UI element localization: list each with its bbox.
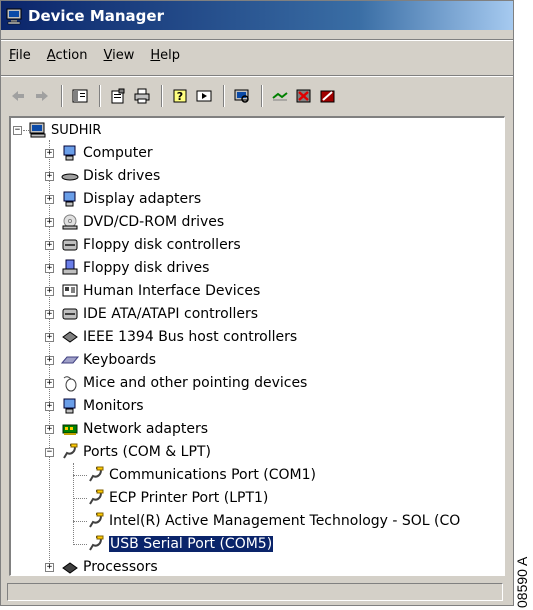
- monitor-icon: [61, 397, 79, 415]
- floppy-controller-icon: [61, 236, 79, 254]
- category-disk-drives[interactable]: Disk drives: [61, 165, 160, 187]
- show-hide-tree-icon[interactable]: [69, 85, 91, 107]
- tree-line: [73, 498, 87, 499]
- status-bar: [1, 581, 513, 605]
- category-display-adapters[interactable]: Display adapters: [61, 188, 201, 210]
- expand-toggle[interactable]: +: [45, 402, 54, 411]
- print-icon[interactable]: [131, 85, 153, 107]
- category-ide-ata-atapi[interactable]: IDE ATA/ATAPI controllers: [61, 303, 258, 325]
- category-ieee-1394[interactable]: IEEE 1394 Bus host controllers: [61, 326, 297, 348]
- expand-toggle[interactable]: +: [45, 264, 54, 273]
- title-bar[interactable]: Device Manager: [1, 1, 513, 30]
- category-dvd-cd-rom[interactable]: DVD/CD-ROM drives: [61, 211, 224, 233]
- expand-toggle[interactable]: +: [45, 379, 54, 388]
- menu-help[interactable]: Help: [142, 48, 188, 63]
- computer-icon: [61, 144, 79, 162]
- update-driver-icon[interactable]: [269, 85, 291, 107]
- device-manager-window: Device Manager File Action View Help ? −…: [0, 0, 514, 606]
- expand-toggle[interactable]: +: [45, 172, 54, 181]
- toolbar-top-divider: [1, 75, 513, 77]
- device-tree[interactable]: − SUDHIR + Computer + Disk drives + Disp…: [9, 116, 505, 576]
- menu-file[interactable]: File: [1, 48, 39, 63]
- figure-code-text: 08590 A: [514, 556, 530, 608]
- port-icon: [87, 512, 105, 530]
- processor-icon: [61, 558, 79, 575]
- status-pane: [7, 583, 503, 601]
- port-usb-serial-com5[interactable]: USB Serial Port (COM5): [87, 533, 275, 555]
- expand-toggle[interactable]: +: [45, 563, 54, 572]
- expand-toggle[interactable]: +: [45, 425, 54, 434]
- category-floppy-controllers[interactable]: Floppy disk controllers: [61, 234, 241, 256]
- expand-toggle[interactable]: +: [45, 149, 54, 158]
- run-icon[interactable]: [193, 85, 215, 107]
- display-adapter-icon: [61, 190, 79, 208]
- toolbar-separator: [99, 85, 101, 107]
- category-processors[interactable]: Processors: [61, 556, 158, 575]
- forward-icon[interactable]: [31, 85, 53, 107]
- scan-hardware-icon[interactable]: [231, 85, 253, 107]
- menu-bar: File Action View Help: [1, 44, 513, 66]
- floppy-drive-icon: [61, 259, 79, 277]
- expand-toggle[interactable]: +: [45, 287, 54, 296]
- port-icon: [61, 443, 79, 461]
- toolbar: ?: [1, 81, 513, 111]
- tree-line: [73, 475, 87, 476]
- window-title: Device Manager: [28, 6, 164, 25]
- tree-root-label: SUDHIR: [51, 122, 102, 138]
- tree-line: [73, 544, 87, 545]
- category-monitors[interactable]: Monitors: [61, 395, 144, 417]
- tree-line: [73, 521, 87, 522]
- menu-action[interactable]: Action: [39, 48, 96, 63]
- disable-icon[interactable]: [317, 85, 339, 107]
- svg-text:?: ?: [177, 90, 183, 103]
- properties-icon[interactable]: [107, 85, 129, 107]
- menu-view[interactable]: View: [96, 48, 143, 63]
- category-floppy-drives[interactable]: Floppy disk drives: [61, 257, 209, 279]
- cd-rom-icon: [61, 213, 79, 231]
- collapse-toggle[interactable]: −: [45, 448, 54, 457]
- category-ports[interactable]: Ports (COM & LPT): [61, 441, 211, 463]
- ieee-1394-icon: [61, 328, 79, 346]
- category-human-interface-devices[interactable]: Human Interface Devices: [61, 280, 260, 302]
- expand-toggle[interactable]: +: [45, 241, 54, 250]
- category-mice[interactable]: Mice and other pointing devices: [61, 372, 307, 394]
- toolbar-separator: [261, 85, 263, 107]
- back-icon[interactable]: [7, 85, 29, 107]
- hid-icon: [61, 282, 79, 300]
- tree-root[interactable]: SUDHIR: [29, 119, 101, 141]
- collapse-toggle[interactable]: −: [13, 126, 22, 135]
- toolbar-separator: [61, 85, 63, 107]
- network-adapter-icon: [61, 420, 79, 438]
- computer-root-icon: [29, 121, 47, 139]
- expand-toggle[interactable]: +: [45, 218, 54, 227]
- port-com1[interactable]: Communications Port (COM1): [87, 464, 316, 486]
- expand-toggle[interactable]: +: [45, 310, 54, 319]
- port-icon: [87, 535, 105, 553]
- mouse-icon: [61, 374, 79, 392]
- port-intel-amt-sol[interactable]: Intel(R) Active Management Technology - …: [87, 510, 460, 532]
- keyboard-icon: [61, 351, 79, 369]
- toolbar-separator: [161, 85, 163, 107]
- figure-code: 08590 A: [514, 520, 532, 610]
- category-network-adapters[interactable]: Network adapters: [61, 418, 208, 440]
- port-lpt1[interactable]: ECP Printer Port (LPT1): [87, 487, 268, 509]
- expand-toggle[interactable]: +: [45, 195, 54, 204]
- port-icon: [87, 466, 105, 484]
- uninstall-icon[interactable]: [293, 85, 315, 107]
- disk-drive-icon: [61, 167, 79, 185]
- category-computer[interactable]: Computer: [61, 142, 153, 164]
- expand-toggle[interactable]: +: [45, 333, 54, 342]
- help-icon[interactable]: ?: [169, 85, 191, 107]
- device-manager-icon: [6, 7, 24, 25]
- menu-top-divider: [1, 39, 513, 41]
- category-keyboards[interactable]: Keyboards: [61, 349, 156, 371]
- port-icon: [87, 489, 105, 507]
- expand-toggle[interactable]: +: [45, 356, 54, 365]
- ide-controller-icon: [61, 305, 79, 323]
- toolbar-separator: [223, 85, 225, 107]
